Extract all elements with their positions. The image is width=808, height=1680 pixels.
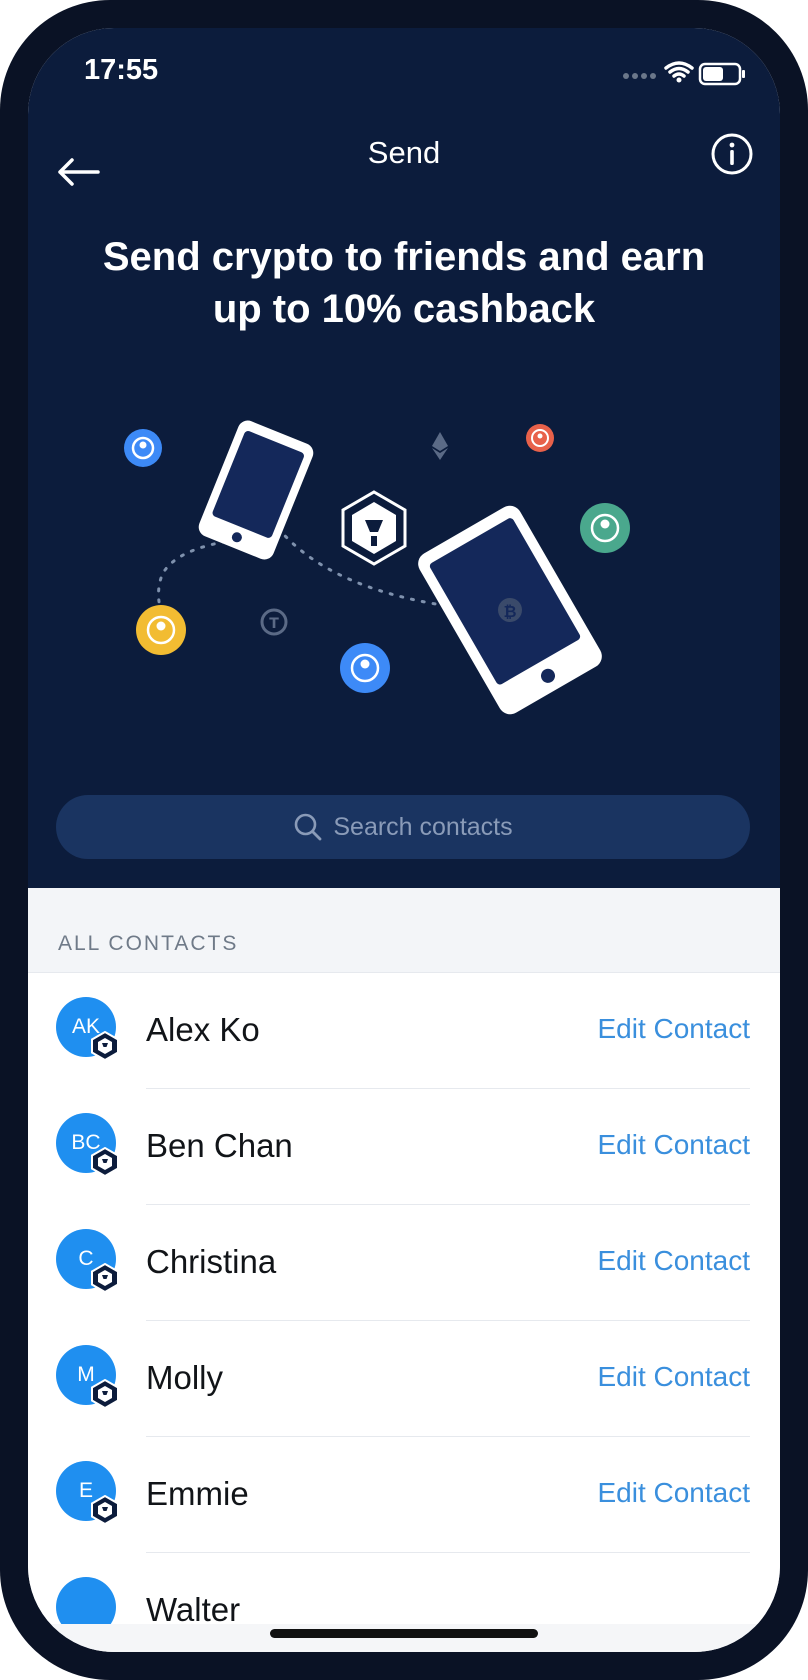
search-placeholder: Search contacts bbox=[333, 812, 513, 841]
svg-text:₿: ₿ bbox=[503, 602, 516, 621]
hero-headline-line2: up to 10% cashback bbox=[212, 287, 596, 331]
svg-text:T: T bbox=[269, 616, 279, 632]
bitcoin-icon: ₿ bbox=[498, 598, 522, 622]
cro-logo-icon bbox=[91, 1031, 119, 1061]
tether-icon: T bbox=[260, 608, 288, 636]
search-contacts-input[interactable]: Search contacts bbox=[56, 795, 750, 859]
battery-icon bbox=[698, 62, 745, 86]
contact-name: Christina bbox=[146, 1243, 277, 1280]
edit-contact-button[interactable]: Edit Contact bbox=[597, 1361, 750, 1393]
status-time: 17:55 bbox=[84, 54, 159, 86]
ethereum-icon bbox=[432, 432, 448, 460]
search-icon bbox=[295, 813, 322, 841]
contact-row[interactable]: C Christina Edit Contact bbox=[28, 1205, 780, 1321]
cro-logo-icon bbox=[91, 1263, 119, 1293]
edit-contact-button[interactable]: Edit Contact bbox=[597, 1245, 750, 1277]
page-title: Send bbox=[367, 135, 441, 170]
user-avatar-icon bbox=[124, 429, 162, 467]
info-button[interactable] bbox=[710, 132, 754, 176]
user-avatar-icon bbox=[526, 424, 554, 452]
edit-contact-button[interactable]: Edit Contact bbox=[597, 1477, 750, 1509]
cro-logo-icon bbox=[91, 1379, 119, 1409]
contact-name: Emmie bbox=[146, 1475, 249, 1512]
contact-name: Alex Ko bbox=[146, 1011, 260, 1048]
hero-section: 17:55 Send Send crypto to friends and ea… bbox=[28, 28, 780, 888]
section-header: ALL CONTACTS bbox=[28, 888, 780, 973]
cro-logo-icon bbox=[341, 490, 407, 566]
device-frame: 17:55 Send Send crypto to friends and ea… bbox=[0, 0, 808, 1680]
contact-name: Ben Chan bbox=[146, 1127, 293, 1164]
send-crypto-illustration: ₿ T bbox=[124, 420, 630, 715]
contact-name: Molly bbox=[146, 1359, 224, 1396]
contact-row[interactable]: BC Ben Chan Edit Contact bbox=[28, 1089, 780, 1205]
signal-icon bbox=[623, 73, 656, 79]
status-icons bbox=[623, 61, 745, 86]
screen: 17:55 Send Send crypto to friends and ea… bbox=[28, 28, 780, 1652]
user-avatar-icon bbox=[340, 643, 390, 693]
section-label: ALL CONTACTS bbox=[58, 932, 239, 955]
dotted-trail bbox=[157, 538, 238, 610]
wifi-icon bbox=[664, 61, 694, 78]
info-icon bbox=[711, 133, 753, 175]
phone-illustration bbox=[198, 420, 314, 560]
user-avatar-icon bbox=[136, 605, 186, 655]
cro-logo-icon bbox=[91, 1147, 119, 1177]
hero-headline: Send crypto to friends and earn up to 10… bbox=[68, 231, 740, 335]
home-indicator[interactable] bbox=[270, 1629, 538, 1638]
contact-row[interactable]: AK Alex Ko Edit Contact bbox=[28, 973, 780, 1089]
cro-logo-icon bbox=[91, 1495, 119, 1525]
contacts-list: ALL CONTACTS AK Alex Ko Edit Contact BC bbox=[28, 888, 780, 1637]
contact-row[interactable]: E Emmie Edit Contact bbox=[28, 1437, 780, 1553]
edit-contact-button[interactable]: Edit Contact bbox=[597, 1013, 750, 1045]
hero-headline-line1: Send crypto to friends and earn bbox=[102, 235, 706, 279]
edit-contact-button[interactable]: Edit Contact bbox=[597, 1129, 750, 1161]
user-avatar-icon bbox=[580, 503, 630, 553]
contact-row[interactable]: M Molly Edit Contact bbox=[28, 1321, 780, 1437]
